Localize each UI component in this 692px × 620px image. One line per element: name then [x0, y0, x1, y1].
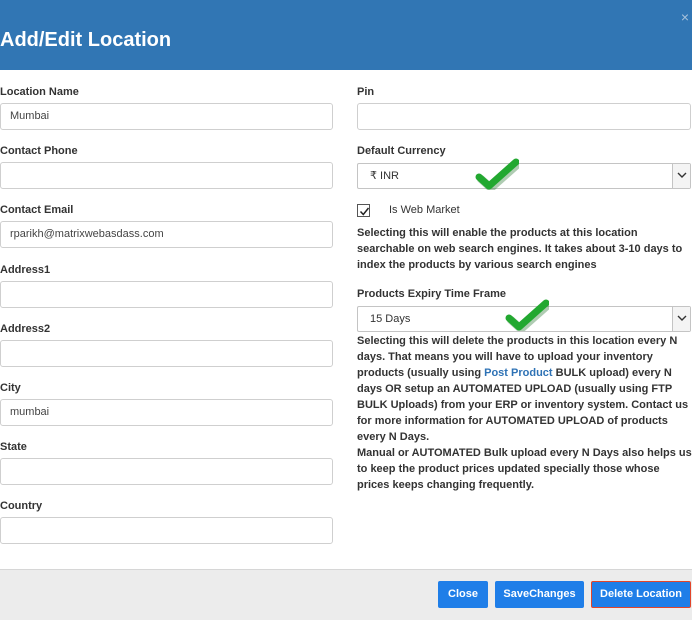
green-checkmark-icon [505, 299, 549, 331]
chevron-down-icon[interactable] [672, 307, 690, 331]
contact-phone-label: Contact Phone [0, 145, 78, 157]
city-input[interactable]: mumbai [0, 399, 333, 426]
address2-label: Address2 [0, 323, 51, 335]
delete-location-button[interactable]: Delete Location [591, 581, 691, 608]
dialog-footer [0, 569, 692, 620]
contact-email-label: Contact Email [0, 204, 74, 216]
pin-input[interactable] [357, 103, 691, 130]
expiry-value: 15 Days [370, 313, 411, 325]
address1-label: Address1 [0, 264, 51, 276]
address1-input[interactable] [0, 281, 333, 308]
location-name-input[interactable]: Mumbai [0, 103, 333, 130]
dialog-title: Add/Edit Location [0, 29, 172, 51]
contact-email-input[interactable]: rparikh@matrixwebasdass.com [0, 221, 333, 248]
web-market-checkbox[interactable] [357, 204, 370, 217]
default-currency-select[interactable]: ₹ INR [357, 163, 691, 189]
post-product-link[interactable]: Post Product [484, 367, 552, 379]
state-label: State [0, 441, 27, 453]
save-changes-button[interactable]: SaveChanges [495, 581, 584, 608]
web-market-label: Is Web Market [389, 204, 460, 216]
country-label: Country [0, 500, 43, 512]
address2-input[interactable] [0, 340, 333, 367]
state-input[interactable] [0, 458, 333, 485]
city-label: City [0, 382, 21, 394]
dialog-header: Add/Edit Location × [0, 0, 692, 70]
bulk-upload-help-text: Manual or AUTOMATED Bulk upload every N … [357, 447, 692, 491]
close-button[interactable]: Close [438, 581, 488, 608]
contact-phone-input[interactable] [0, 162, 333, 189]
green-checkmark-icon [475, 158, 519, 190]
default-currency-value: ₹ INR [370, 170, 399, 182]
expiry-label: Products Expiry Time Frame [357, 288, 506, 300]
location-name-label: Location Name [0, 86, 79, 98]
country-input[interactable] [0, 517, 333, 544]
web-market-help-text: Selecting this will enable the products … [357, 227, 683, 271]
close-icon[interactable]: × [678, 10, 692, 24]
pin-label: Pin [357, 86, 375, 98]
chevron-down-icon[interactable] [672, 164, 690, 188]
default-currency-label: Default Currency [357, 145, 446, 157]
expiry-help-text: Selecting this will delete the products … [357, 333, 692, 445]
